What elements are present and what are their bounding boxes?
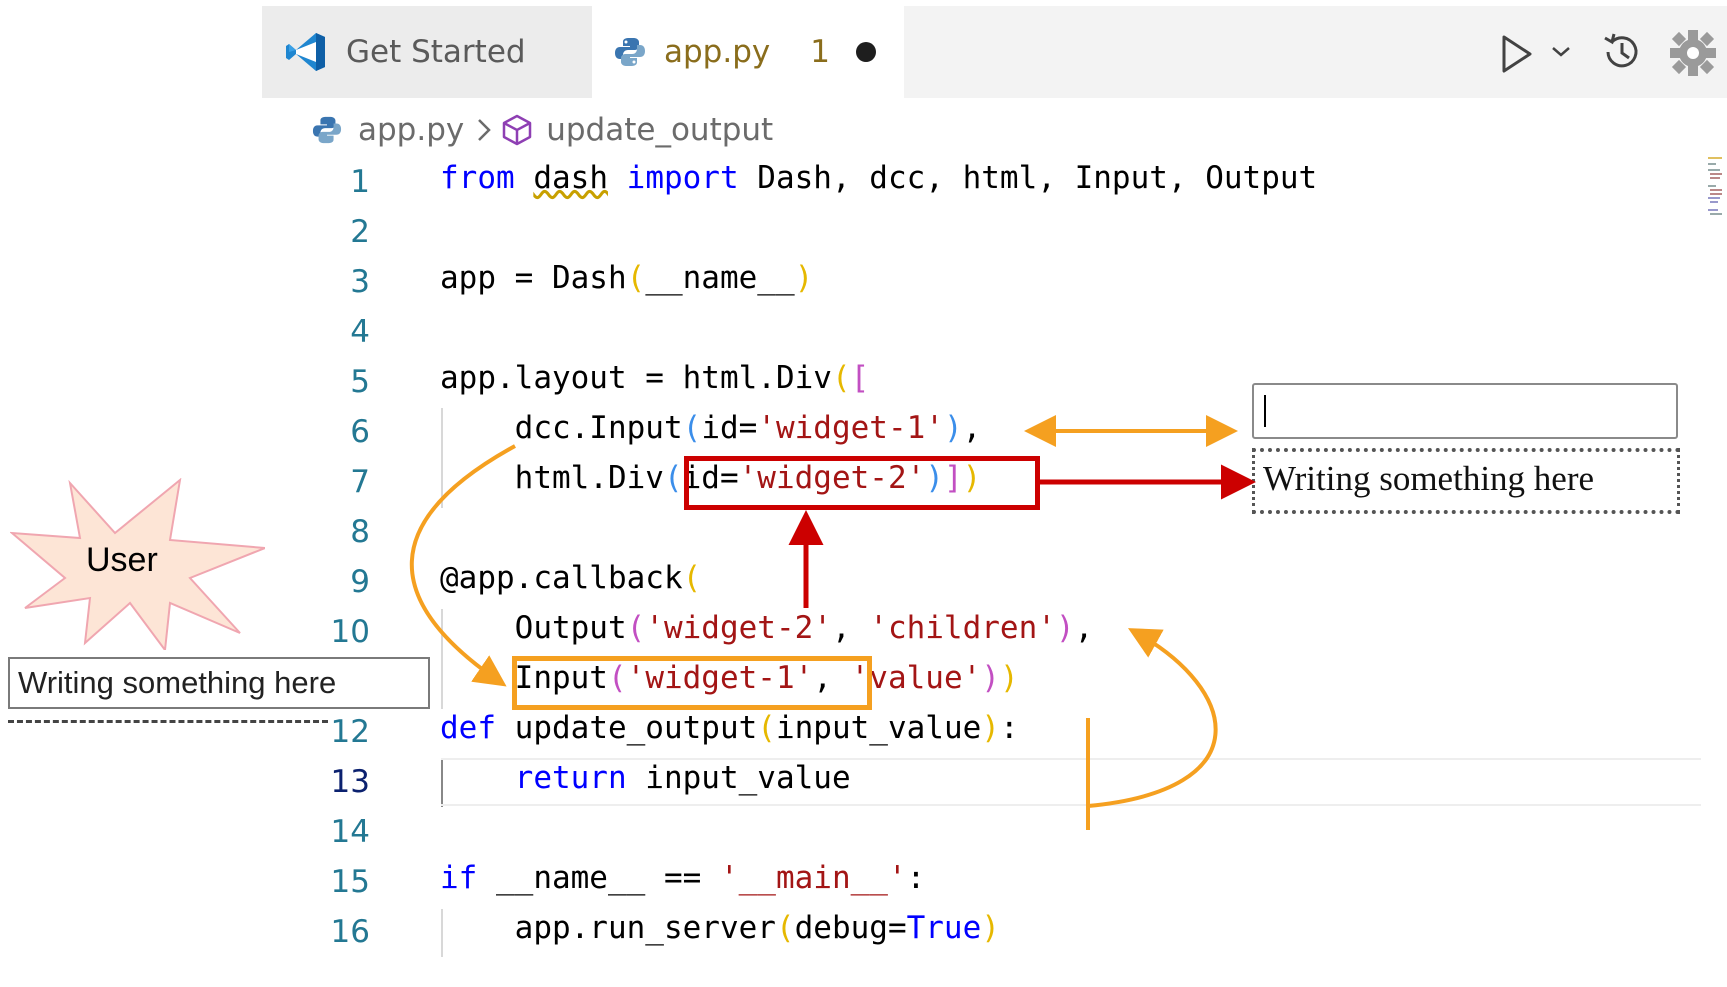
orange-curve-to-input (409, 444, 516, 687)
flow-arrows (409, 415, 1256, 830)
orange-return-path (1086, 632, 1218, 830)
